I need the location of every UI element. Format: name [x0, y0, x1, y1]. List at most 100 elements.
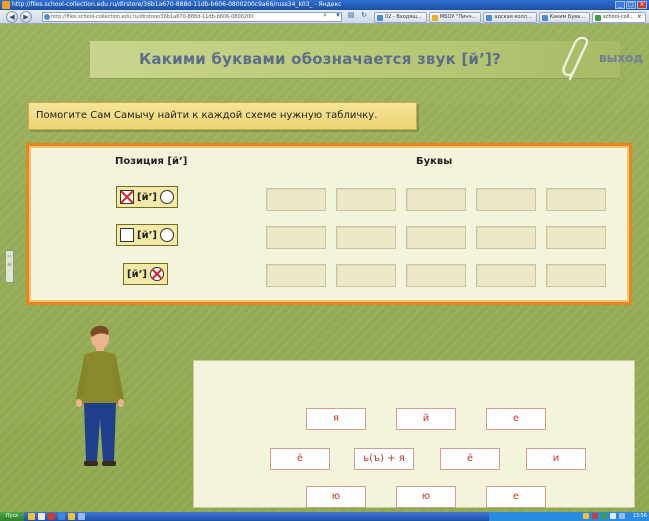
drop-slot[interactable] [336, 188, 396, 211]
letter-card[interactable]: ё [270, 448, 330, 470]
dropdown-icon[interactable]: ▾ [333, 10, 343, 20]
letters-column-header: Буквы [416, 156, 453, 167]
drop-slot[interactable] [406, 226, 466, 249]
folder-icon[interactable] [28, 513, 35, 520]
instruction-banner: Помогите Сам Самычу найти к каждой схеме… [28, 102, 417, 130]
site-icon [44, 14, 50, 20]
tab-label: 02 - Входящ... [385, 14, 422, 20]
consonant-box [120, 228, 134, 242]
title-strip: Какими буквами обозначается звук [й’]? [90, 41, 620, 79]
letter-card[interactable]: и [526, 448, 586, 470]
tab-label: адская колл... [494, 14, 532, 20]
tray-icon[interactable] [601, 513, 607, 519]
address-text: http://files.school-collection.edu.ru/dl… [51, 14, 254, 20]
window-controls: _ □ × [615, 1, 647, 9]
tab-2[interactable]: МБОУ "Пинч... [428, 12, 482, 23]
side-panel-handle[interactable]: ›› ≡ [5, 250, 14, 283]
tray-icons [583, 513, 625, 519]
start-button[interactable]: Пуск [0, 512, 24, 521]
scheme-row-2: [й’] [116, 224, 178, 246]
app-icon[interactable] [78, 513, 85, 520]
exit-button[interactable]: выход [599, 51, 643, 65]
letter-card[interactable]: я [306, 408, 366, 430]
compat-icon[interactable]: ▤ [346, 10, 356, 20]
tab-label: МБОУ "Пинч... [439, 14, 477, 20]
bookmark-star-icon[interactable]: ☆ [637, 11, 645, 21]
drop-slot[interactable] [546, 226, 606, 249]
refresh-icon[interactable]: ↻ [359, 10, 369, 20]
consonant-box-crossed [120, 190, 134, 204]
tray-icon[interactable] [610, 513, 616, 519]
drop-slot[interactable] [546, 188, 606, 211]
search-icon[interactable]: ⌕ [320, 10, 330, 20]
forward-icon[interactable]: ▶ [20, 11, 32, 23]
drop-slot[interactable] [476, 264, 536, 287]
letter-card[interactable]: ь(ъ) + я [354, 448, 414, 470]
yandex-icon[interactable] [48, 513, 55, 520]
drop-slot[interactable] [406, 188, 466, 211]
tab-label: school-coll... [603, 14, 635, 20]
clock: 13:56 [632, 513, 647, 519]
window-title-bar: http://files.school-collection.edu.ru/dl… [0, 0, 649, 10]
drop-slot[interactable] [406, 264, 466, 287]
window-title: http://files.school-collection.edu.ru/dl… [12, 1, 342, 8]
letter-card[interactable]: е [486, 408, 546, 430]
letter-card[interactable]: ю [396, 486, 456, 508]
drop-slot[interactable] [266, 226, 326, 249]
tray-icon[interactable] [583, 513, 589, 519]
quick-launch [28, 513, 85, 520]
phoneme-label: [й’] [127, 268, 147, 280]
system-tray: 13:56 [489, 512, 649, 521]
tab-favicon [431, 15, 438, 21]
cross-mark-icon [120, 190, 134, 204]
tray-icon[interactable] [592, 513, 598, 519]
tab-1[interactable]: 02 - Входящ... [374, 12, 427, 23]
volume-icon[interactable] [619, 513, 625, 519]
tab-favicon [595, 15, 601, 21]
close-window-icon[interactable]: × [637, 1, 647, 9]
tab-favicon [377, 15, 383, 21]
browser-toolbar: ◀ ▶ http://files.school-collection.edu.r… [0, 10, 649, 24]
page-content: Какими буквами обозначается звук [й’]? в… [0, 25, 649, 512]
media-icon[interactable] [58, 513, 65, 520]
cross-mark-icon [151, 268, 163, 280]
phoneme-label: [й’] [137, 229, 157, 241]
address-bar[interactable]: http://files.school-collection.edu.ru/dl… [42, 12, 342, 22]
browser-logo-icon [2, 1, 10, 9]
drop-slot[interactable] [476, 226, 536, 249]
tab-4[interactable]: Каким Бува... [538, 12, 590, 23]
drop-slot[interactable] [476, 188, 536, 211]
drop-slot[interactable] [266, 188, 326, 211]
letter-card[interactable]: ю [306, 486, 366, 508]
back-icon[interactable]: ◀ [6, 11, 18, 23]
tab-3[interactable]: адская колл... [483, 12, 537, 23]
explorer-icon[interactable] [38, 513, 45, 520]
tab-favicon [486, 15, 493, 21]
scheme-row-1: [й’] [116, 186, 178, 208]
page-title: Какими буквами обозначается звук [й’]? [138, 50, 502, 68]
letter-card[interactable]: й [396, 408, 456, 430]
maximize-icon[interactable]: □ [626, 1, 636, 9]
drop-slot[interactable] [336, 264, 396, 287]
vowel-circle [159, 228, 174, 242]
phoneme-label: [й’] [137, 191, 157, 203]
vowel-circle [159, 190, 174, 204]
tab-label: Каким Бува... [549, 14, 585, 20]
task-panel: Позиция [й’] Буквы [й’] [й’] [й’] [26, 143, 632, 305]
letter-card[interactable]: ё [440, 448, 500, 470]
drop-slot[interactable] [266, 264, 326, 287]
card-panel: я й е ё ь(ъ) + я ё и ю ю е [193, 360, 635, 508]
minimize-icon[interactable]: _ [615, 1, 625, 9]
tab-strip: 02 - Входящ... МБОУ "Пинч... адская колл… [374, 12, 647, 23]
drop-slot[interactable] [546, 264, 606, 287]
paperclip-icon [562, 36, 589, 81]
vowel-circle-crossed [149, 267, 164, 281]
files-icon[interactable] [68, 513, 75, 520]
position-column-header: Позиция [й’] [115, 156, 188, 167]
letter-card[interactable]: е [486, 486, 546, 508]
os-taskbar: Пуск 13:56 [0, 512, 649, 521]
tab-favicon [541, 15, 548, 21]
character-illustration [76, 325, 124, 466]
scheme-row-3: [й’] [123, 263, 168, 285]
drop-slot[interactable] [336, 226, 396, 249]
